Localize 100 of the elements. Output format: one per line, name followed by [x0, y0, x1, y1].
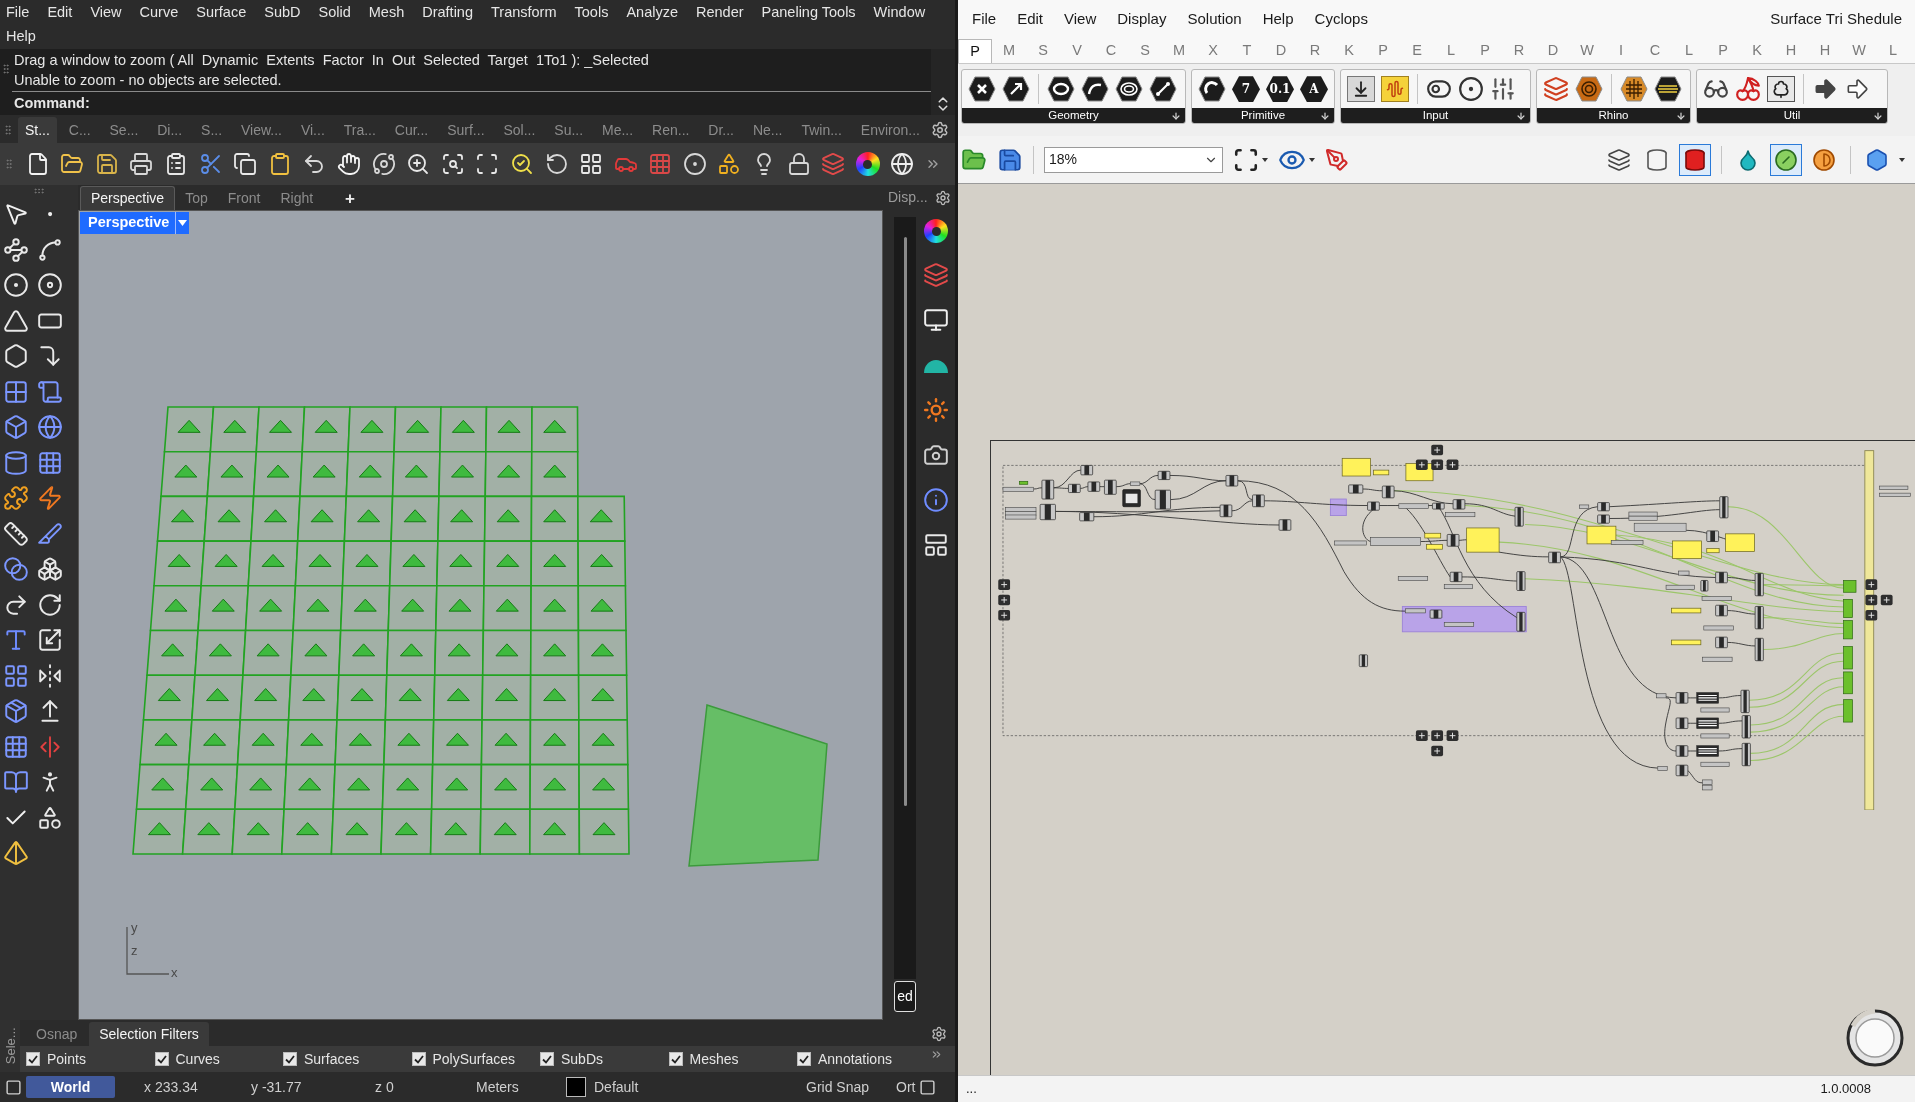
menu-item[interactable]: Transform — [491, 0, 557, 24]
hexagon-grid-icon[interactable] — [1620, 76, 1648, 103]
scale-icon[interactable] — [37, 627, 63, 653]
overlapping-circles-icon[interactable] — [3, 556, 29, 582]
tree-icon[interactable] — [1767, 76, 1795, 103]
cherry-icon[interactable] — [1735, 76, 1761, 103]
hexagon-stripes-icon[interactable] — [1654, 76, 1682, 103]
toolbar-tab[interactable]: Ren... — [645, 117, 697, 143]
component-tab[interactable]: K — [1332, 39, 1366, 63]
add-tab-button[interactable]: + — [341, 186, 360, 210]
hexagon-arc-icon[interactable] — [1198, 76, 1226, 103]
checkbox[interactable] — [411, 1052, 426, 1066]
layers-icon[interactable] — [923, 262, 949, 288]
component-tab[interactable]: M — [992, 39, 1026, 63]
scroll-track[interactable] — [894, 217, 916, 979]
zoom-dropdown[interactable]: 18% — [1044, 146, 1223, 173]
puzzle-icon[interactable] — [3, 485, 29, 511]
cursor-icon[interactable] — [3, 201, 29, 227]
circle-dot-icon[interactable] — [682, 152, 707, 176]
ruler-icon[interactable] — [3, 520, 29, 547]
grid-snap-toggle[interactable]: Grid Snap — [806, 1078, 870, 1095]
checkbox[interactable] — [540, 1052, 554, 1066]
settings-icon[interactable] — [931, 121, 949, 139]
arrow-down-icon[interactable] — [1676, 110, 1686, 121]
hexagon-curve-icon[interactable] — [1081, 76, 1109, 103]
grid-icon[interactable] — [3, 733, 29, 760]
scan-frame-icon[interactable] — [1233, 146, 1259, 173]
component-tab[interactable]: P — [1366, 39, 1400, 63]
toolbar-tab[interactable]: Vi... — [293, 117, 332, 143]
cylinder-icon[interactable] — [1679, 143, 1711, 176]
plane-button[interactable]: World — [26, 1076, 115, 1098]
toolbar-tab[interactable]: Environ... — [853, 117, 927, 143]
menu-item[interactable]: Analyze — [626, 0, 678, 24]
viewport-title-button[interactable]: Perspective — [80, 212, 176, 234]
curve-icon[interactable] — [37, 236, 63, 263]
lock-icon[interactable] — [786, 152, 811, 176]
component-tab[interactable]: V — [1060, 39, 1094, 63]
sliders-icon[interactable] — [1490, 76, 1516, 103]
grid-icon[interactable] — [648, 152, 673, 176]
panel-tab[interactable]: Osnap — [28, 1022, 86, 1046]
arrow-down-icon[interactable] — [1171, 110, 1181, 121]
folder-icon[interactable] — [60, 152, 85, 176]
menu-item[interactable]: Edit — [47, 0, 73, 24]
hand-icon[interactable] — [336, 152, 361, 176]
arrow-down-icon[interactable] — [1516, 110, 1526, 121]
toolbar-tab[interactable]: View... — [234, 117, 289, 143]
layer-label[interactable]: Default — [594, 1078, 639, 1095]
menu-item[interactable]: Paneling Tools — [761, 0, 856, 24]
menu-item[interactable]: View — [1064, 7, 1097, 31]
square-icon[interactable] — [919, 1078, 937, 1096]
boxes-icon[interactable] — [37, 556, 63, 582]
menu-item[interactable]: Solid — [318, 0, 351, 24]
camera-icon[interactable] — [923, 442, 949, 468]
menu-item[interactable]: Display — [1117, 7, 1167, 31]
toolbar-tab[interactable]: Twin... — [794, 117, 849, 143]
ortho-toggle[interactable]: Ort — [896, 1076, 916, 1098]
shapes-icon[interactable] — [717, 152, 742, 176]
menu-item[interactable]: Render — [696, 0, 744, 24]
four-squares-icon[interactable] — [579, 152, 604, 176]
open-book-icon[interactable] — [3, 769, 29, 795]
toolbar-tab[interactable]: Di... — [150, 117, 190, 143]
menu-item[interactable]: View — [90, 0, 122, 24]
toolbar-tab[interactable]: Sol... — [496, 117, 543, 143]
download-icon[interactable] — [1347, 76, 1375, 103]
component-tab[interactable]: X — [1196, 39, 1230, 63]
hexagon-arrow-icon[interactable] — [1002, 76, 1030, 103]
checkbox[interactable] — [283, 1052, 297, 1066]
component-tab[interactable]: H — [1774, 39, 1808, 63]
menu-item[interactable]: File — [6, 0, 30, 24]
menu-item[interactable]: Window — [873, 0, 926, 24]
hexagon-rings-icon[interactable] — [1115, 76, 1143, 103]
component-tab[interactable]: L — [1672, 39, 1706, 63]
checkbox[interactable] — [668, 1052, 683, 1066]
waveform-icon[interactable] — [1381, 76, 1409, 103]
component-tab[interactable]: R — [1298, 39, 1332, 63]
toolbar-tab[interactable]: Tra... — [336, 117, 383, 143]
toolbar-tab[interactable]: Surf... — [440, 117, 492, 143]
pyramid-icon[interactable] — [3, 840, 29, 866]
monitor-icon[interactable] — [923, 307, 949, 333]
folder-icon[interactable] — [961, 146, 987, 173]
cube-icon[interactable] — [3, 414, 29, 440]
menu-item[interactable]: Tools — [574, 0, 609, 24]
checkbox[interactable] — [154, 1052, 169, 1066]
side-button[interactable]: ed — [894, 981, 916, 1012]
polyline-icon[interactable] — [3, 236, 29, 263]
scan-magnifier-icon[interactable] — [440, 152, 465, 176]
knife-icon[interactable] — [37, 520, 63, 547]
menu-item[interactable]: Help — [6, 24, 36, 48]
four-squares-icon[interactable] — [3, 662, 29, 689]
toolbar-tab[interactable]: Cur... — [387, 117, 436, 143]
viewport-tab[interactable]: Front — [217, 186, 271, 210]
toolbar-tab[interactable]: Ne... — [745, 117, 790, 143]
component-tab[interactable]: S — [1128, 39, 1162, 63]
menu-item[interactable]: Mesh — [368, 0, 405, 24]
color-swatch-icon[interactable] — [566, 1077, 586, 1097]
settings-icon[interactable] — [935, 189, 951, 206]
caret-icon[interactable] — [1309, 157, 1315, 162]
pen-icon[interactable] — [1325, 147, 1349, 172]
magnifier-plus-icon[interactable] — [406, 152, 431, 176]
toolbar-tab[interactable]: Me... — [595, 117, 641, 143]
